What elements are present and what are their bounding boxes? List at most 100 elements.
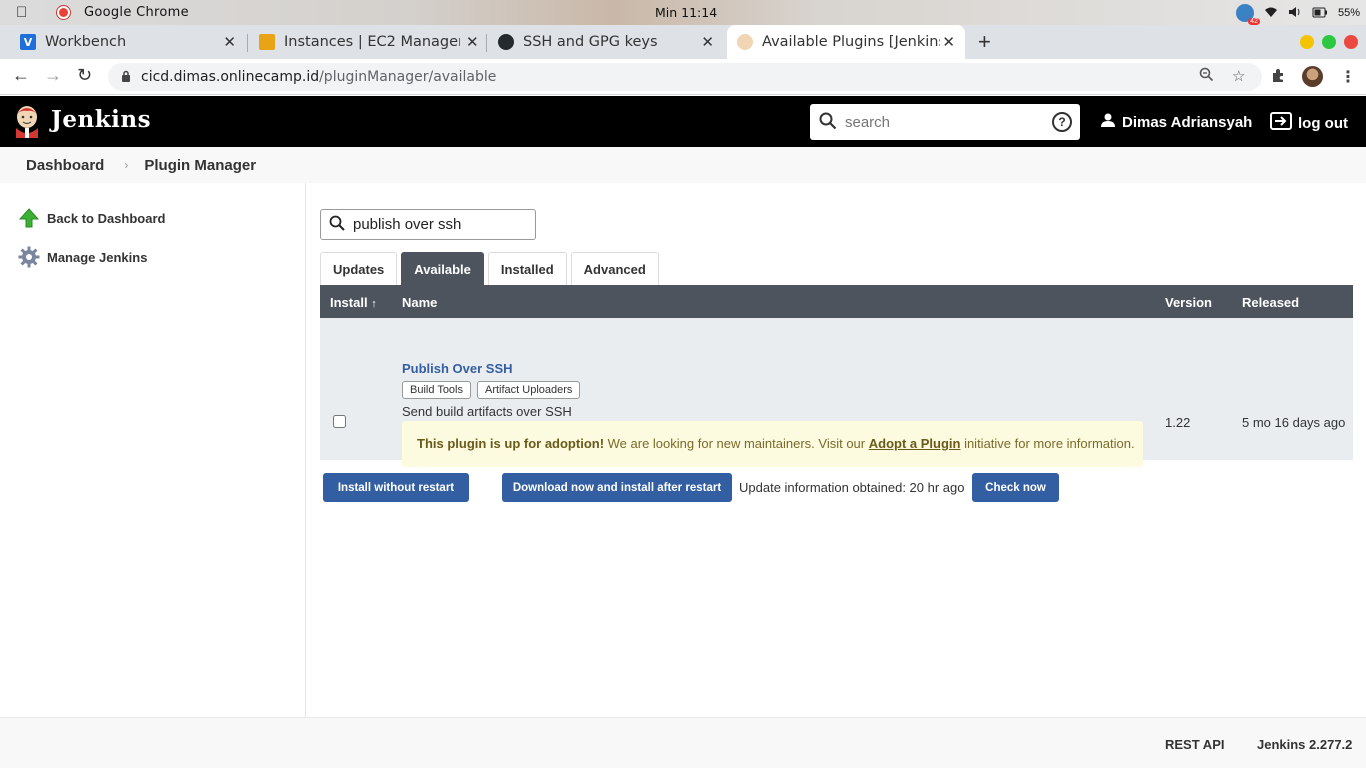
app-name[interactable]: Google Chrome — [84, 5, 189, 20]
chrome-menu-icon[interactable]: ⋮ — [1340, 67, 1356, 87]
chrome-icon — [57, 6, 70, 19]
volume-icon[interactable] — [1288, 6, 1302, 21]
user-name: Dimas Adriansyah — [1122, 113, 1253, 131]
plugin-released: 5 mo 16 days ago — [1242, 415, 1346, 430]
clock[interactable]: Min 11:14 — [655, 5, 717, 20]
column-header-name[interactable]: Name — [402, 295, 437, 310]
plugin-labels: Build Tools Artifact Uploaders — [402, 381, 581, 399]
breadcrumb: Dashboard › Plugin Manager — [0, 147, 1366, 183]
browser-tab-ec2[interactable]: Instances | EC2 Manageme — [249, 25, 487, 59]
breadcrumb-plugin-manager[interactable]: Plugin Manager — [144, 157, 256, 174]
extensions-icon[interactable] — [1271, 67, 1287, 88]
breadcrumb-dashboard[interactable]: Dashboard — [26, 157, 104, 174]
tab-updates[interactable]: Updates — [320, 252, 398, 285]
os-menu-bar:  Google Chrome Min 11:14 42 55% — [0, 0, 1366, 25]
battery-percent: 55% — [1337, 7, 1360, 19]
plugin-manager-tabs: Updates Available Installed Advanced — [320, 252, 663, 285]
plugin-label-tag[interactable]: Artifact Uploaders — [477, 381, 581, 399]
wifi-icon[interactable] — [1264, 6, 1278, 21]
close-window-button[interactable] — [1344, 35, 1358, 49]
download-install-after-restart-button[interactable]: Download now and install after restart — [502, 473, 732, 502]
column-header-released[interactable]: Released — [1242, 295, 1299, 310]
aws-box-favicon-icon — [259, 34, 275, 50]
lock-icon[interactable] — [121, 70, 131, 85]
logout-icon — [1270, 112, 1292, 134]
back-icon[interactable]: ← — [12, 65, 30, 86]
plugin-description: Send build artifacts over SSH — [402, 404, 572, 419]
column-header-label: Install — [330, 295, 368, 310]
jenkins-brand[interactable]: Jenkins — [51, 106, 151, 133]
browser-tab-title: SSH and GPG keys — [523, 34, 658, 50]
tab-separator — [486, 34, 487, 52]
page-footer: REST API Jenkins 2.277.2 — [0, 717, 1366, 768]
sidebar-item-label: Manage Jenkins — [47, 249, 148, 265]
browser-tab-title: Instances | EC2 Manageme — [284, 34, 460, 50]
system-tray: 42 55% — [1235, 4, 1360, 25]
profile-avatar[interactable] — [1302, 66, 1323, 87]
browser-tab-workbench[interactable]: V Workbench ✕ — [10, 25, 248, 59]
tab-available[interactable]: Available — [401, 252, 484, 285]
gear-icon — [18, 246, 40, 268]
url-path: /pluginManager/available — [319, 69, 497, 85]
bookmark-star-icon[interactable]: ☆ — [1232, 67, 1245, 85]
adoption-heading: This plugin is up for adoption! — [417, 436, 605, 451]
rest-api-link[interactable]: REST API — [1165, 737, 1224, 752]
plugin-label-tag[interactable]: Build Tools — [402, 381, 471, 399]
browser-tab-title: Available Plugins [Jenkins — [762, 34, 940, 50]
adopt-a-plugin-link[interactable]: Adopt a Plugin — [869, 436, 961, 451]
install-without-restart-button[interactable]: Install without restart — [323, 473, 469, 502]
up-arrow-icon — [18, 207, 40, 229]
tab-installed[interactable]: Installed — [487, 252, 567, 285]
user-link[interactable]: Dimas Adriansyah — [1100, 112, 1252, 132]
jenkins-logo-icon[interactable] — [13, 104, 41, 138]
side-panel: Back to Dashboard Manage Jenkins — [0, 183, 306, 717]
browser-tab-jenkins[interactable]: Available Plugins [Jenkins ✕ — [727, 25, 965, 59]
help-icon[interactable]: ? — [1052, 112, 1072, 132]
sidebar-item-manage-jenkins[interactable]: Manage Jenkins — [18, 246, 147, 268]
apple-icon[interactable]:  — [16, 4, 27, 21]
plugin-filter-input[interactable] — [353, 216, 523, 233]
jenkins-version-link[interactable]: Jenkins 2.277.2 — [1257, 737, 1352, 752]
browser-tab-strip: V Workbench ✕ Instances | EC2 Manageme S… — [0, 25, 1366, 59]
new-tab-icon[interactable]: + — [978, 29, 991, 55]
sort-arrow-icon: ↑ — [371, 298, 377, 310]
workbench-favicon-icon: V — [20, 34, 36, 50]
close-tab-icon[interactable]: ✕ — [701, 33, 714, 51]
maximize-button[interactable] — [1322, 35, 1336, 49]
tab-advanced[interactable]: Advanced — [570, 252, 659, 285]
minimize-button[interactable] — [1300, 35, 1314, 49]
close-tab-icon[interactable]: ✕ — [466, 33, 479, 51]
column-header-install[interactable]: Install ↑ — [330, 295, 377, 310]
browser-tab-github[interactable]: SSH and GPG keys ✕ — [488, 25, 726, 59]
plugin-name-link[interactable]: Publish Over SSH — [402, 361, 513, 376]
adoption-text: We are looking for new maintainers. Visi… — [604, 436, 869, 451]
table-header: Install ↑ Name Version Released — [320, 285, 1353, 318]
plugin-version: 1.22 — [1165, 415, 1191, 430]
jenkins-search-box: ? — [810, 104, 1080, 140]
check-now-button[interactable]: Check now — [972, 473, 1059, 502]
notification-app-icon[interactable]: 42 — [1235, 4, 1260, 25]
zoom-icon[interactable] — [1199, 67, 1214, 86]
sidebar-item-label: Back to Dashboard — [47, 210, 166, 226]
sidebar-item-back-to-dashboard[interactable]: Back to Dashboard — [18, 207, 165, 229]
install-checkbox[interactable] — [333, 415, 346, 428]
search-icon — [329, 215, 345, 234]
column-header-version[interactable]: Version — [1165, 295, 1212, 310]
battery-icon[interactable] — [1312, 6, 1328, 21]
adoption-tail: initiative for more information. — [960, 436, 1135, 451]
jenkins-header: Jenkins ? Dimas Adriansyah log out — [0, 96, 1366, 147]
address-bar[interactable]: cicd.dimas.onlinecamp.id/pluginManager/a… — [108, 63, 1262, 91]
browser-toolbar: ← → ↻ cicd.dimas.onlinecamp.id/pluginMan… — [0, 59, 1366, 95]
adoption-notice: This plugin is up for adoption! We are l… — [402, 421, 1143, 467]
table-row: Publish Over SSH Build Tools Artifact Up… — [320, 318, 1353, 467]
reload-icon[interactable]: ↻ — [77, 65, 92, 86]
update-info-text: Update information obtained: 20 hr ago — [739, 480, 965, 495]
search-input[interactable] — [845, 113, 1035, 131]
url-host: cicd.dimas.onlinecamp.id — [141, 69, 320, 85]
logout-link[interactable]: log out — [1270, 112, 1348, 134]
close-tab-icon[interactable]: ✕ — [223, 33, 236, 51]
close-tab-icon[interactable]: ✕ — [942, 33, 955, 51]
forward-icon[interactable]: → — [44, 65, 62, 86]
jenkins-favicon-icon — [737, 34, 753, 50]
plugin-filter-box — [320, 209, 536, 240]
